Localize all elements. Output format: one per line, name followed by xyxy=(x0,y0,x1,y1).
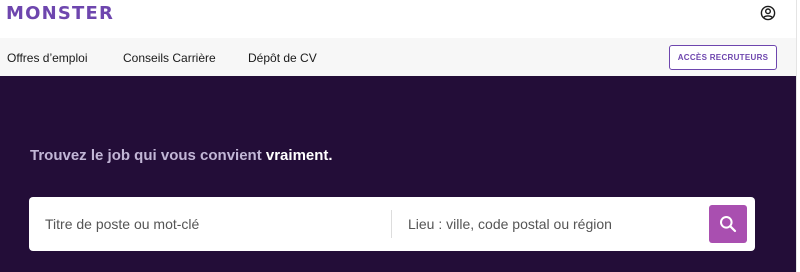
hero-section: Trouvez le job qui vous convient vraimen… xyxy=(0,76,796,272)
keyword-search-input[interactable] xyxy=(45,197,375,251)
search-divider xyxy=(391,210,392,238)
recruiter-access-button[interactable]: ACCÈS RECRUTEURS xyxy=(669,45,777,70)
hero-tagline: Trouvez le job qui vous convient vraimen… xyxy=(30,147,333,164)
job-search-form xyxy=(29,197,755,251)
account-circle-icon[interactable] xyxy=(760,5,776,21)
nav-item-conseils-carriere[interactable]: Conseils Carrière xyxy=(123,51,216,65)
top-bar: MONSTER xyxy=(0,0,800,38)
page-edge xyxy=(796,0,800,272)
monster-logo[interactable]: MONSTER xyxy=(6,3,114,24)
tagline-emphasis: vraiment. xyxy=(265,147,333,164)
nav-item-depot-cv[interactable]: Dépôt de CV xyxy=(248,51,317,65)
location-search-input[interactable] xyxy=(408,197,698,251)
search-button[interactable] xyxy=(709,205,747,243)
nav-item-offres-emploi[interactable]: Offres d’emploi xyxy=(7,51,87,65)
search-icon xyxy=(720,216,737,233)
tagline-text: Trouvez le job qui vous convient xyxy=(30,147,266,164)
